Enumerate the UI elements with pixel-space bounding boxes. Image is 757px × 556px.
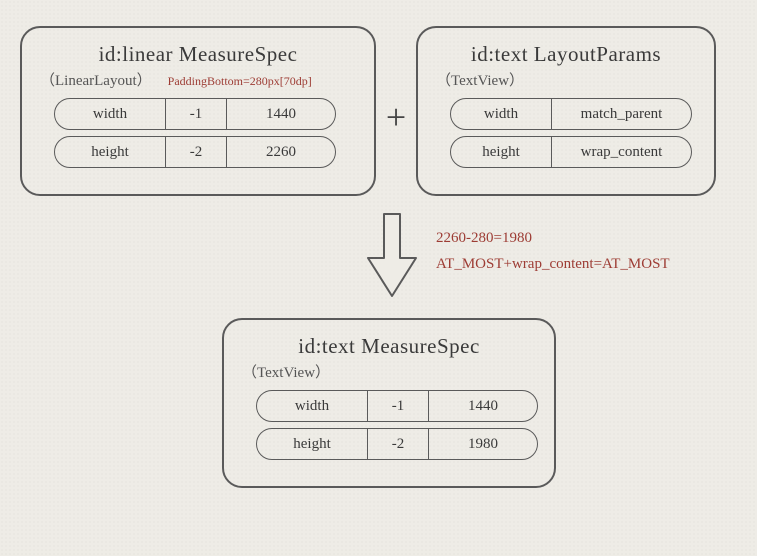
linear-width-mode: -1: [166, 99, 227, 129]
result-height-row: height -2 1980: [256, 428, 522, 460]
result-subtitle: （TextView）: [242, 361, 330, 382]
text-height-row: height wrap_content: [450, 136, 682, 168]
linear-width-label: width: [55, 99, 166, 129]
linear-padding-annotation: PaddingBottom=280px[70dp]: [168, 74, 312, 89]
text-subtitle: （TextView）: [436, 69, 524, 90]
linear-height-value: 2260: [227, 137, 335, 167]
calculation-notes: 2260-280=1980 AT_MOST+wrap_content=AT_MO…: [436, 226, 736, 277]
arrow-down-icon: [362, 210, 422, 302]
result-width-label: width: [257, 391, 368, 421]
plus-symbol: +: [376, 96, 416, 138]
note-line-1: 2260-280=1980: [436, 226, 736, 252]
text-title: id:text LayoutParams: [436, 42, 696, 67]
result-subtitle-row: （TextView）: [242, 361, 536, 382]
text-width-label: width: [451, 99, 552, 129]
linear-height-label: height: [55, 137, 166, 167]
text-layoutparams-box: id:text LayoutParams （TextView） width ma…: [416, 26, 716, 196]
linear-measurespec-box: id:linear MeasureSpec （LinearLayout） Pad…: [20, 26, 376, 196]
linear-width-row: width -1 1440: [54, 98, 342, 130]
linear-subtitle: （LinearLayout）: [40, 69, 152, 90]
linear-width-value: 1440: [227, 99, 335, 129]
result-width-mode: -1: [368, 391, 429, 421]
result-width-row: width -1 1440: [256, 390, 522, 422]
result-width-value: 1440: [429, 391, 537, 421]
linear-title: id:linear MeasureSpec: [40, 42, 356, 67]
result-title: id:text MeasureSpec: [242, 334, 536, 359]
linear-height-row: height -2 2260: [54, 136, 342, 168]
note-line-2: AT_MOST+wrap_content=AT_MOST: [436, 252, 736, 278]
text-height-label: height: [451, 137, 552, 167]
text-width-value: match_parent: [552, 99, 691, 129]
linear-subtitle-row: （LinearLayout） PaddingBottom=280px[70dp]: [40, 69, 356, 90]
result-height-value: 1980: [429, 429, 537, 459]
result-height-label: height: [257, 429, 368, 459]
text-height-value: wrap_content: [552, 137, 691, 167]
text-width-row: width match_parent: [450, 98, 682, 130]
linear-height-mode: -2: [166, 137, 227, 167]
result-height-mode: -2: [368, 429, 429, 459]
result-measurespec-box: id:text MeasureSpec （TextView） width -1 …: [222, 318, 556, 488]
text-subtitle-row: （TextView）: [436, 69, 696, 90]
